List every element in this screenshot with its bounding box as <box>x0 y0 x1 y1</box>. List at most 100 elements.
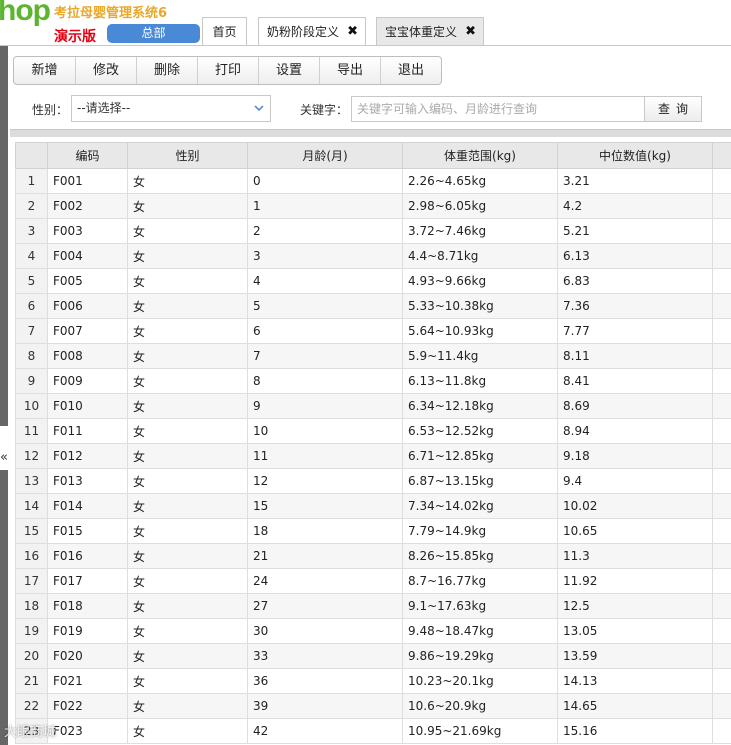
cell-spacer <box>712 618 731 644</box>
tab-label: 宝宝体重定义 <box>385 25 458 39</box>
cell-weight-range: 5.64~10.93kg <box>402 318 558 344</box>
gender-select[interactable]: --请选择-- <box>71 95 271 122</box>
cell-code: F010 <box>47 393 128 419</box>
tab-home[interactable]: 首页 <box>202 17 247 46</box>
table-row[interactable]: 4 F004 女 3 4.4~8.71kg 6.13 <box>15 243 731 269</box>
table-row[interactable]: 6 F006 女 5 5.33~10.38kg 7.36 <box>15 293 731 319</box>
table-row[interactable]: 1 F001 女 0 2.26~4.65kg 3.21 <box>15 168 731 194</box>
cell-code: F022 <box>47 693 128 719</box>
cell-weight-range: 8.26~15.85kg <box>402 543 558 569</box>
cell-month-age: 4 <box>247 268 403 294</box>
column-header-month-age[interactable]: 月龄(月) <box>247 142 403 169</box>
cell-weight-range: 2.26~4.65kg <box>402 168 558 194</box>
table-row[interactable]: 15 F015 女 18 7.79~14.9kg 10.65 <box>15 518 731 544</box>
add-button[interactable]: 新增 <box>14 57 76 84</box>
row-number: 21 <box>15 668 48 694</box>
table-row[interactable]: 12 F012 女 11 6.71~12.85kg 9.18 <box>15 443 731 469</box>
edit-button[interactable]: 修改 <box>76 57 137 84</box>
section-divider <box>10 129 731 137</box>
table-row[interactable]: 23 F023 女 42 10.95~21.69kg 15.16 <box>15 718 731 744</box>
cell-code: F011 <box>47 418 128 444</box>
row-number: 3 <box>15 218 48 244</box>
cell-spacer <box>712 718 731 744</box>
column-header-gender[interactable]: 性别 <box>127 142 248 169</box>
cell-median: 5.21 <box>557 218 713 244</box>
gender-select-value: --请选择-- <box>77 101 131 115</box>
cell-median: 13.59 <box>557 643 713 669</box>
cell-spacer <box>712 568 731 594</box>
table-row[interactable]: 10 F010 女 9 6.34~12.18kg 8.69 <box>15 393 731 419</box>
cell-gender: 女 <box>127 543 248 569</box>
cell-median: 7.36 <box>557 293 713 319</box>
table-row[interactable]: 21 F021 女 36 10.23~20.1kg 14.13 <box>15 668 731 694</box>
tab-label: 首页 <box>212 25 237 39</box>
close-icon[interactable]: ✖ <box>465 18 476 46</box>
exit-button[interactable]: 退出 <box>381 57 441 84</box>
cell-spacer <box>712 643 731 669</box>
table-row[interactable]: 19 F019 女 30 9.48~18.47kg 13.05 <box>15 618 731 644</box>
table-header-row: 编码 性别 月龄(月) 体重范围(kg) 中位数值(kg) <box>15 142 731 169</box>
settings-button[interactable]: 设置 <box>259 57 320 84</box>
cell-median: 14.13 <box>557 668 713 694</box>
tab-formula-stage[interactable]: 奶粉阶段定义 ✖ <box>258 17 366 46</box>
cell-spacer <box>712 343 731 369</box>
table-row[interactable]: 14 F014 女 15 7.34~14.02kg 10.02 <box>15 493 731 519</box>
cell-month-age: 5 <box>247 293 403 319</box>
cell-weight-range: 6.34~12.18kg <box>402 393 558 419</box>
column-header-median[interactable]: 中位数值(kg) <box>557 142 713 169</box>
column-header-weight-range[interactable]: 体重范围(kg) <box>402 142 558 169</box>
cell-weight-range: 3.72~7.46kg <box>402 218 558 244</box>
cell-spacer <box>712 593 731 619</box>
demo-label: 演示版 <box>54 29 96 45</box>
table-row[interactable]: 8 F008 女 7 5.9~11.4kg 8.11 <box>15 343 731 369</box>
column-header-code[interactable]: 编码 <box>47 142 128 169</box>
table-row[interactable]: 2 F002 女 1 2.98~6.05kg 4.2 <box>15 193 731 219</box>
table-row[interactable]: 3 F003 女 2 3.72~7.46kg 5.21 <box>15 218 731 244</box>
cell-spacer <box>712 443 731 469</box>
table-row[interactable]: 18 F018 女 27 9.1~17.63kg 12.5 <box>15 593 731 619</box>
cell-gender: 女 <box>127 493 248 519</box>
cell-month-age: 39 <box>247 693 403 719</box>
cell-month-age: 9 <box>247 393 403 419</box>
cell-gender: 女 <box>127 243 248 269</box>
delete-button[interactable]: 删除 <box>137 57 198 84</box>
app-title: 考拉母婴管理系统6 <box>54 6 168 21</box>
cell-median: 10.02 <box>557 493 713 519</box>
cell-spacer <box>712 693 731 719</box>
cell-median: 8.41 <box>557 368 713 394</box>
headquarters-button[interactable]: 总部 <box>107 24 200 43</box>
tab-baby-weight[interactable]: 宝宝体重定义 ✖ <box>376 17 484 46</box>
table-row[interactable]: 16 F016 女 21 8.26~15.85kg 11.3 <box>15 543 731 569</box>
cell-code: F005 <box>47 268 128 294</box>
cell-median: 6.13 <box>557 243 713 269</box>
cell-weight-range: 6.13~11.8kg <box>402 368 558 394</box>
table-row[interactable]: 17 F017 女 24 8.7~16.77kg 11.92 <box>15 568 731 594</box>
export-button[interactable]: 导出 <box>320 57 381 84</box>
expand-sidebar-icon[interactable]: « <box>0 450 10 470</box>
row-number: 18 <box>15 593 48 619</box>
cell-gender: 女 <box>127 593 248 619</box>
query-button[interactable]: 查询 <box>644 96 702 122</box>
cell-spacer <box>712 668 731 694</box>
table-row[interactable]: 5 F005 女 4 4.93~9.66kg 6.83 <box>15 268 731 294</box>
table-row[interactable]: 13 F013 女 12 6.87~13.15kg 9.4 <box>15 468 731 494</box>
table-row[interactable]: 7 F007 女 6 5.64~10.93kg 7.77 <box>15 318 731 344</box>
cell-month-age: 21 <box>247 543 403 569</box>
print-button[interactable]: 打印 <box>198 57 259 84</box>
cell-code: F019 <box>47 618 128 644</box>
cell-code: F017 <box>47 568 128 594</box>
cell-month-age: 8 <box>247 368 403 394</box>
keyword-input[interactable]: 关键字可输入编码、月龄进行查询 <box>351 96 645 122</box>
close-icon[interactable]: ✖ <box>347 18 358 46</box>
table-row[interactable]: 20 F020 女 33 9.86~19.29kg 13.59 <box>15 643 731 669</box>
table-row[interactable]: 22 F022 女 39 10.6~20.9kg 14.65 <box>15 693 731 719</box>
table-row[interactable]: 11 F011 女 10 6.53~12.52kg 8.94 <box>15 418 731 444</box>
cell-month-age: 0 <box>247 168 403 194</box>
cell-gender: 女 <box>127 368 248 394</box>
cell-spacer <box>712 293 731 319</box>
row-number: 11 <box>15 418 48 444</box>
cell-code: F007 <box>47 318 128 344</box>
cell-weight-range: 10.95~21.69kg <box>402 718 558 744</box>
table-row[interactable]: 9 F009 女 8 6.13~11.8kg 8.41 <box>15 368 731 394</box>
row-number: 2 <box>15 193 48 219</box>
